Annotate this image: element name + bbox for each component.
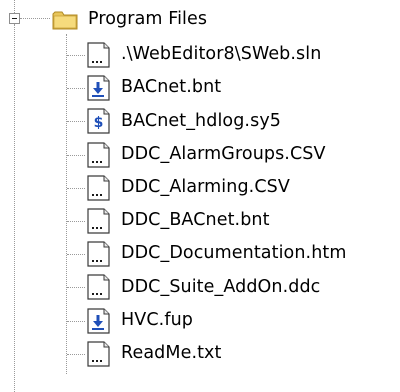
tree-file-item[interactable]: DDC_BACnet.bnt	[84, 206, 270, 236]
download-file-icon	[84, 307, 112, 335]
tree-connector-root-lower	[14, 24, 15, 392]
tree-connector-item	[67, 320, 85, 322]
tree-connector-item	[67, 88, 85, 90]
generic-file-icon	[84, 141, 112, 169]
tree-folder-program-files[interactable]: Program Files	[52, 5, 207, 35]
generic-file-icon	[84, 207, 112, 235]
tree-file-item[interactable]: $ BACnet_hdlog.sy5	[84, 106, 281, 136]
tree-file-item[interactable]: DDC_AlarmGroups.CSV	[84, 140, 326, 170]
generic-file-icon	[84, 340, 112, 368]
tree-file-item[interactable]: ReadMe.txt	[84, 339, 221, 369]
generic-file-icon	[84, 41, 112, 69]
tree-connector-item	[67, 353, 85, 355]
tree-file-label: BACnet_hdlog.sy5	[121, 110, 282, 131]
minus-expander-icon[interactable]	[9, 13, 20, 24]
tree-file-label: .\WebEditor8\SWeb.sln	[121, 44, 322, 65]
tree-connector-folder	[20, 18, 50, 19]
tree-file-label: ReadMe.txt	[121, 343, 222, 364]
tree-file-label: DDC_Documentation.htm	[121, 243, 347, 264]
tree-file-label: DDC_Alarming.CSV	[121, 177, 290, 198]
tree-file-item[interactable]: BACnet.bnt	[84, 73, 221, 103]
tree-file-item[interactable]: DDC_Suite_AddOn.ddc	[84, 272, 320, 302]
tree-connector-item	[67, 287, 85, 289]
svg-text:$: $	[94, 115, 104, 131]
tree-file-label: DDC_AlarmGroups.CSV	[121, 143, 326, 164]
tree-connector-item	[67, 221, 85, 222]
tree-connector-item	[67, 187, 85, 189]
tree-file-label: BACnet.bnt	[121, 77, 222, 98]
download-file-icon	[84, 74, 112, 102]
tree-file-label: DDC_BACnet.bnt	[121, 210, 270, 231]
tree-connector-children	[66, 34, 67, 374]
tree-connector-item	[67, 254, 85, 256]
folder-icon	[52, 11, 78, 30]
tree-folder-label: Program Files	[88, 9, 208, 30]
tree-file-label: HVC.fup	[121, 309, 193, 330]
tree-connector-item	[67, 121, 85, 123]
tree-file-label: DDC_Suite_AddOn.ddc	[121, 276, 321, 297]
dollar-file-icon: $	[84, 107, 112, 135]
tree-file-item[interactable]: DDC_Alarming.CSV	[84, 173, 290, 203]
tree-connector-item	[67, 55, 85, 56]
generic-file-icon	[84, 240, 112, 268]
tree-file-item[interactable]: .\WebEditor8\SWeb.sln	[84, 40, 321, 70]
tree-file-item[interactable]: DDC_Documentation.htm	[84, 239, 347, 269]
tree-file-item[interactable]: HVC.fup	[84, 306, 193, 336]
file-tree: Program Files .\WebEditor8\SWeb.sln BACne…	[0, 0, 400, 392]
tree-connector-root	[14, 0, 15, 13]
tree-connector-item	[67, 154, 85, 156]
generic-file-icon	[84, 174, 112, 202]
generic-file-icon	[84, 273, 112, 301]
